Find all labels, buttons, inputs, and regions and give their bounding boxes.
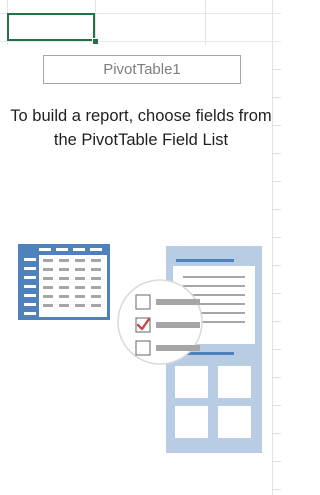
pivottable-instructions: To build a report, choose fields from th… [10, 107, 272, 149]
row-gridline [0, 41, 281, 42]
field-checklist-icon [117, 279, 203, 365]
row-gridline [272, 181, 281, 182]
pivottable-field-list-illustration [18, 244, 262, 453]
row-gridline [272, 237, 281, 238]
active-cell[interactable] [7, 13, 95, 41]
row-gridline [272, 405, 281, 406]
row-gridline [272, 153, 281, 154]
row-gridline [272, 125, 281, 126]
row-gridline [272, 209, 281, 210]
row-gridline [272, 461, 281, 462]
worksheet-grid[interactable]: PivotTable1 To build a report, choose fi… [0, 0, 281, 495]
pivottable-name-label: PivotTable1 [43, 55, 241, 84]
row-gridline [272, 265, 281, 266]
row-gridline [272, 293, 281, 294]
row-gridline [272, 349, 281, 350]
row-gridline [272, 433, 281, 434]
column-gridline [272, 0, 273, 495]
row-gridline [272, 321, 281, 322]
row-gridline [272, 69, 281, 70]
data-table-icon [18, 244, 110, 320]
fill-handle[interactable] [92, 38, 99, 45]
row-gridline [272, 97, 281, 98]
row-gridline [272, 489, 281, 490]
row-gridline [272, 377, 281, 378]
